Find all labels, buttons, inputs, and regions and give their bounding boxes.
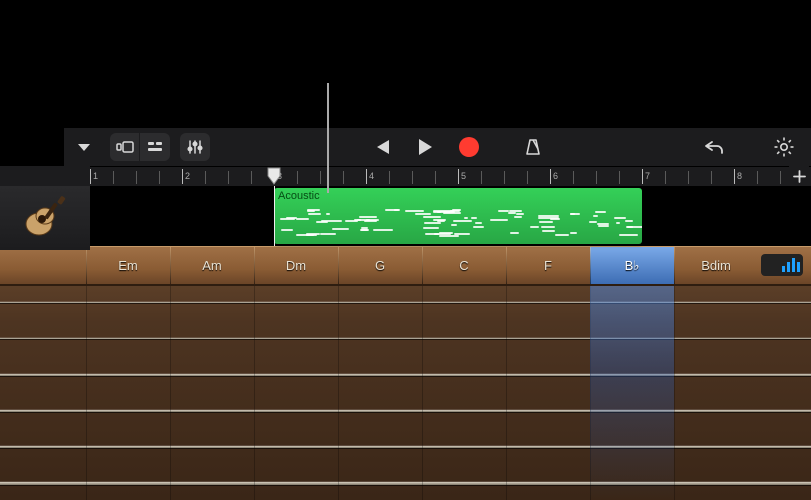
chord-column-divider [674,286,675,500]
chord-strip: EmAmDmGCFB♭Bdim [0,246,811,286]
ruler-tick-beat [711,171,712,184]
guitar-string[interactable] [0,410,811,412]
guitar-string[interactable] [0,446,811,448]
ruler-tick-beat [504,171,505,184]
ruler-tick-bar [642,169,643,184]
annotation-pointer [327,83,329,193]
chord-button[interactable]: Dm [254,247,338,284]
playhead-line [274,186,275,246]
selected-chord-highlight [590,286,674,500]
ruler-tick-beat [780,171,781,184]
region-notes-icon [278,208,638,238]
ruler-bar-number: 2 [185,171,190,181]
chord-column-divider [254,286,255,500]
ruler-bar-number: 6 [553,171,558,181]
chord-button[interactable]: Bdim [674,247,758,284]
ruler-tick-beat [159,171,160,184]
ruler-tick-beat [573,171,574,184]
ruler-bar-number: 5 [461,171,466,181]
browser-toggle[interactable] [110,133,140,161]
ruler-tick-beat [343,171,344,184]
ruler-bar-number: 7 [645,171,650,181]
ruler-tick-beat [665,171,666,184]
ruler-tick-beat [320,171,321,184]
record-button[interactable] [456,134,482,160]
track-header-gutter [0,166,90,186]
ruler-tick-beat [205,171,206,184]
chord-column-divider [170,286,171,500]
ruler-bar-number: 1 [93,171,98,181]
right-toolbar-group [703,136,795,158]
guitar-string[interactable] [0,338,811,339]
record-icon [459,137,479,157]
ruler-tick-bar [90,169,91,184]
ruler-tick-beat [389,171,390,184]
undo-button[interactable] [703,138,725,156]
fx-toggle[interactable] [140,133,170,161]
guitar-string[interactable] [0,482,811,485]
instrument-touch-area: EmAmDmGCFB♭Bdim [0,246,811,500]
timeline-ruler[interactable]: 12345678 [64,166,811,186]
guitar-string[interactable] [0,374,811,376]
strings-area[interactable] [0,286,811,500]
control-bar [64,128,811,166]
ruler-tick-beat [412,171,413,184]
region-label: Acoustic [278,190,320,202]
ruler-tick-beat [619,171,620,184]
chord-column-divider [86,286,87,500]
transport-controls [368,134,546,160]
go-to-beginning-button[interactable] [368,134,394,160]
guitar-string[interactable] [0,302,811,303]
playhead-handle[interactable] [267,167,281,181]
midi-region[interactable]: Acoustic [274,188,642,244]
ruler-tick-beat [757,171,758,184]
ruler-tick-beat [228,171,229,184]
ruler-tick-bar [458,169,459,184]
chord-button[interactable]: F [506,247,590,284]
metronome-button[interactable] [520,134,546,160]
view-segmented-control [110,133,170,161]
chord-column-divider [338,286,339,500]
ruler-tick-bar [182,169,183,184]
autoplay-bars-icon [782,258,800,272]
ruler-tick-beat [136,171,137,184]
chord-button[interactable]: G [338,247,422,284]
play-button[interactable] [412,134,438,160]
ruler-tick-beat [481,171,482,184]
ruler-tick-beat [435,171,436,184]
mixer-segment [180,133,210,161]
ruler-tick-beat [251,171,252,184]
chord-strip-left-pad [0,247,86,284]
view-menu-button[interactable] [68,141,100,153]
chord-button[interactable]: B♭ [590,247,674,284]
ruler-tick-beat [113,171,114,184]
chord-column-divider [422,286,423,500]
ruler-tick-beat [688,171,689,184]
chord-button[interactable]: C [422,247,506,284]
chord-button[interactable]: Em [86,247,170,284]
settings-button[interactable] [773,136,795,158]
autoplay-toggle[interactable] [761,254,803,276]
ruler-tick-beat [596,171,597,184]
ruler-bar-number: 4 [369,171,374,181]
ruler-tick-bar [734,169,735,184]
ruler-tick-beat [527,171,528,184]
chord-button[interactable]: Am [170,247,254,284]
track-header[interactable] [0,186,90,250]
chord-column-divider [506,286,507,500]
acoustic-guitar-icon [20,193,70,243]
ruler-tick-bar [366,169,367,184]
ruler-bar-number: 8 [737,171,742,181]
add-section-button[interactable] [789,166,809,186]
left-gutter [0,128,64,166]
ruler-tick-bar [550,169,551,184]
ruler-tick-beat [297,171,298,184]
mixer-toggle[interactable] [180,133,210,161]
